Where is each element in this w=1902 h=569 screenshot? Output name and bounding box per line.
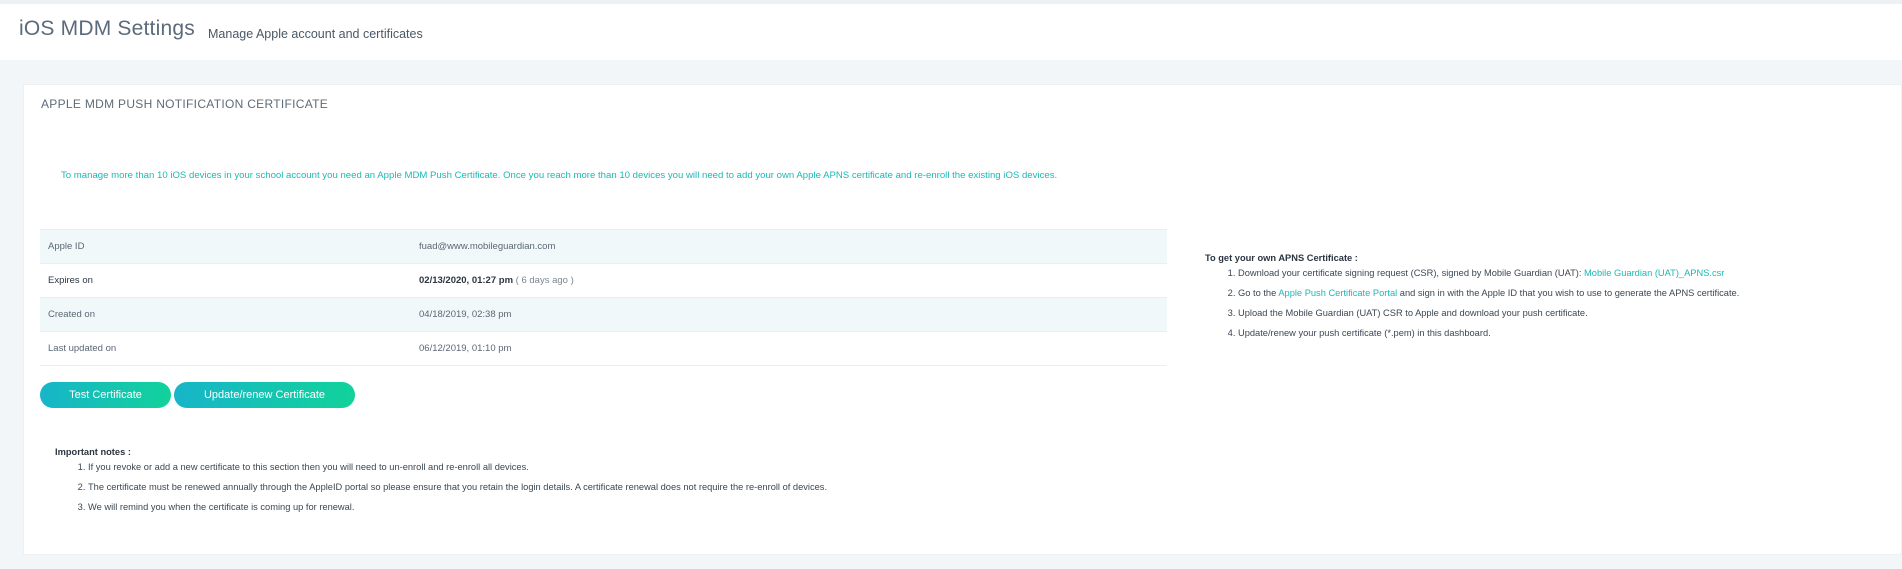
created-label: Created on — [40, 297, 411, 332]
notes-list: If you revoke or add a new certificate t… — [55, 461, 827, 513]
step2-pre: Go to the — [1238, 288, 1279, 298]
page-title: iOS MDM Settings — [19, 17, 195, 40]
apns-steps-list: Download your certificate signing reques… — [1205, 267, 1739, 339]
list-item: We will remind you when the certificate … — [88, 501, 827, 513]
list-item: Go to the Apple Push Certificate Portal … — [1238, 287, 1739, 299]
table-row: Last updated on 06/12/2019, 01:10 pm — [40, 331, 1167, 366]
table-row: Expires on 02/13/2020, 01:27 pm ( 6 days… — [40, 263, 1167, 298]
notes-heading: Important notes : — [55, 447, 131, 457]
apns-instructions: To get your own APNS Certificate : Downl… — [1205, 253, 1739, 347]
expires-cell: 02/13/2020, 01:27 pm ( 6 days ago ) — [411, 263, 1167, 298]
table-row: Apple ID fuad@www.mobileguardian.com — [40, 229, 1167, 264]
certificate-card: APPLE MDM PUSH NOTIFICATION CERTIFICATE … — [23, 84, 1902, 555]
important-notes: Important notes : If you revoke or add a… — [55, 447, 827, 521]
updated-label: Last updated on — [40, 331, 411, 366]
table-row: Created on 04/18/2019, 02:38 pm — [40, 297, 1167, 332]
step2-post: and sign in with the Apple ID that you w… — [1397, 288, 1740, 298]
list-item: Update/renew your push certificate (*.pe… — [1238, 327, 1739, 339]
test-certificate-button[interactable]: Test Certificate — [40, 382, 171, 408]
apple-id-value: fuad@www.mobileguardian.com — [411, 229, 1167, 264]
apple-id-label: Apple ID — [40, 229, 411, 264]
updated-value: 06/12/2019, 01:10 pm — [411, 331, 1167, 366]
card-title: APPLE MDM PUSH NOTIFICATION CERTIFICATE — [41, 97, 329, 111]
update-certificate-button[interactable]: Update/renew Certificate — [174, 382, 355, 408]
apple-portal-link[interactable]: Apple Push Certificate Portal — [1278, 288, 1397, 298]
step1-text: Download your certificate signing reques… — [1238, 268, 1585, 278]
list-item: If you revoke or add a new certificate t… — [88, 461, 827, 473]
page-header: iOS MDM Settings Manage Apple account an… — [0, 0, 1902, 60]
expires-value: 02/13/2020, 01:27 pm — [419, 275, 514, 286]
expires-relative: ( 6 days ago ) — [515, 275, 574, 286]
created-value: 04/18/2019, 02:38 pm — [411, 297, 1167, 332]
apns-heading: To get your own APNS Certificate : — [1205, 253, 1358, 263]
certificate-details-table: Apple ID fuad@www.mobileguardian.com Exp… — [40, 229, 1167, 366]
page-subtitle: Manage Apple account and certificates — [208, 27, 423, 41]
list-item: Upload the Mobile Guardian (UAT) CSR to … — [1238, 307, 1739, 319]
list-item: The certificate must be renewed annually… — [88, 481, 827, 493]
csr-download-link[interactable]: Mobile Guardian (UAT)_APNS.csr — [1584, 268, 1724, 278]
info-message: To manage more than 10 iOS devices in yo… — [61, 170, 1058, 181]
expires-label: Expires on — [40, 263, 411, 298]
list-item: Download your certificate signing reques… — [1238, 267, 1739, 279]
